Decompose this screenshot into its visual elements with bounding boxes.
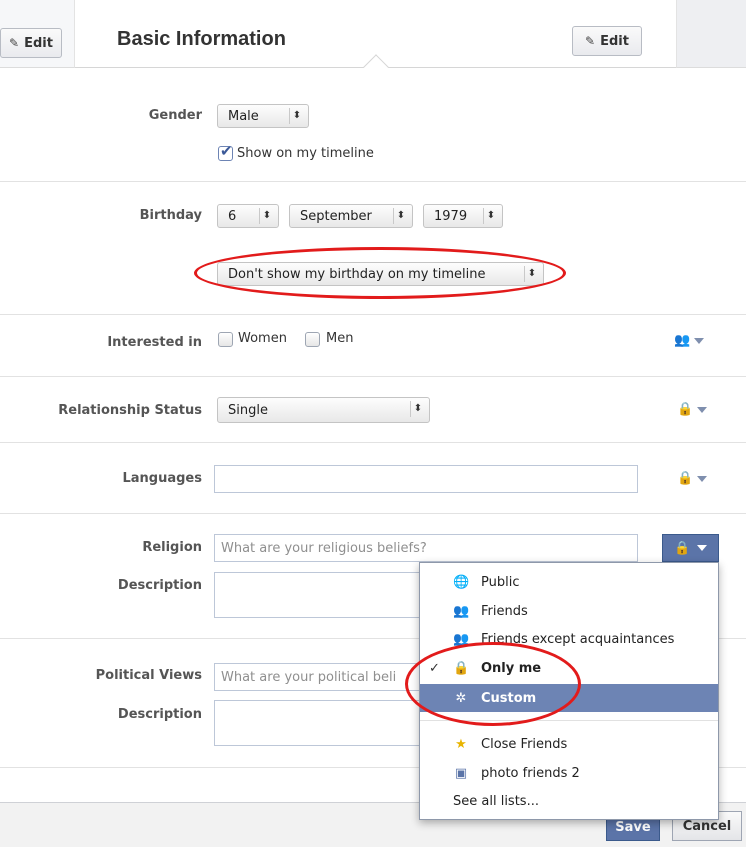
caret-down-icon xyxy=(694,337,705,344)
relationship-status-label: Relationship Status xyxy=(58,403,202,418)
religion-input[interactable]: What are your religious beliefs? xyxy=(214,534,638,562)
women-label: Women xyxy=(238,331,287,346)
birthday-month-select[interactable]: September ⬍ xyxy=(289,204,413,228)
languages-input[interactable] xyxy=(214,465,638,493)
religion-description-label: Description xyxy=(117,578,202,593)
political-views-label: Political Views xyxy=(95,668,202,683)
menu-item-close-friends[interactable]: ★ Close Friends xyxy=(420,730,718,758)
left-edit-label: Edit xyxy=(24,35,53,51)
political-description-textarea[interactable] xyxy=(214,700,424,746)
relationship-privacy-selector[interactable]: 🔒 xyxy=(677,402,708,417)
languages-privacy-selector[interactable]: 🔒 xyxy=(677,471,708,486)
menu-item-public[interactable]: 🌐 Public xyxy=(420,568,718,596)
row-separator xyxy=(0,376,746,377)
political-views-input[interactable]: What are your political beli xyxy=(214,663,424,691)
relationship-status-value: Single xyxy=(228,402,268,418)
birthday-day-select[interactable]: 6 ⬍ xyxy=(217,204,279,228)
edit-label: Edit xyxy=(600,33,629,49)
select-arrow-icon: ⬍ xyxy=(483,208,498,224)
lock-icon: 🔒 xyxy=(677,402,694,417)
men-label: Men xyxy=(326,331,354,346)
globe-icon: 🌐 xyxy=(453,574,470,590)
menu-item-label: photo friends 2 xyxy=(481,765,580,781)
gender-value: Male xyxy=(228,108,259,124)
pencil-icon: ✎ xyxy=(585,34,596,48)
left-edit-button[interactable]: ✎ Edit xyxy=(0,28,62,58)
edit-button[interactable]: ✎ Edit xyxy=(572,26,642,56)
friends-icon: 👥 xyxy=(674,333,691,348)
header-notch xyxy=(363,54,389,80)
star-icon: ★ xyxy=(455,736,467,752)
show-on-timeline-checkbox[interactable]: ✔ xyxy=(218,142,233,161)
women-checkbox[interactable] xyxy=(218,332,233,347)
menu-item-label: Friends xyxy=(481,603,528,619)
interested-in-label: Interested in xyxy=(107,335,202,350)
men-checkbox[interactable] xyxy=(305,332,320,347)
checkmark-icon: ✔ xyxy=(220,142,233,160)
religion-description-textarea[interactable] xyxy=(214,572,424,618)
lock-icon: 🔒 xyxy=(674,540,691,556)
select-arrow-icon: ⬍ xyxy=(259,208,274,224)
row-separator xyxy=(0,314,746,315)
menu-item-label: Public xyxy=(481,574,520,590)
row-separator xyxy=(0,442,746,443)
annotation-circle-custom xyxy=(405,642,581,726)
religion-label: Religion xyxy=(142,540,202,555)
birthday-year-value: 1979 xyxy=(434,208,468,224)
menu-item-photo-friends-2[interactable]: ▣ photo friends 2 xyxy=(420,759,718,787)
menu-item-see-all-lists[interactable]: See all lists... xyxy=(420,787,718,815)
birthday-label: Birthday xyxy=(139,208,202,223)
menu-item-label: Close Friends xyxy=(481,736,568,752)
birthday-day-value: 6 xyxy=(228,208,237,224)
select-arrow-icon: ⬍ xyxy=(289,108,304,124)
page-title: Basic Information xyxy=(117,28,286,50)
lock-icon: 🔒 xyxy=(677,471,694,486)
see-all-lists-label: See all lists... xyxy=(453,793,539,809)
annotation-circle-birthday xyxy=(194,247,566,299)
religion-privacy-button[interactable]: 🔒 xyxy=(662,534,719,562)
friends-icon: 👥 xyxy=(453,603,470,619)
pencil-icon: ✎ xyxy=(9,36,20,50)
interested-in-privacy-selector[interactable]: 👥 xyxy=(674,333,705,348)
list-icon: ▣ xyxy=(454,765,468,781)
caret-down-icon xyxy=(697,406,708,413)
row-separator xyxy=(0,181,746,182)
menu-item-friends[interactable]: 👥 Friends xyxy=(420,597,718,625)
political-description-label: Description xyxy=(117,707,202,722)
row-separator xyxy=(0,513,746,514)
caret-down-icon xyxy=(696,545,707,551)
caret-down-icon xyxy=(697,475,708,482)
relationship-status-select[interactable]: Single ⬍ xyxy=(217,397,430,423)
gender-select[interactable]: Male ⬍ xyxy=(217,104,309,128)
birthday-year-select[interactable]: 1979 ⬍ xyxy=(423,204,503,228)
show-on-timeline-label: Show on my timeline xyxy=(237,146,374,161)
languages-label: Languages xyxy=(122,471,202,486)
select-arrow-icon: ⬍ xyxy=(410,401,425,417)
gender-label: Gender xyxy=(148,108,202,123)
header-right-panel xyxy=(676,0,746,68)
select-arrow-icon: ⬍ xyxy=(393,208,408,224)
birthday-month-value: September xyxy=(300,208,372,224)
